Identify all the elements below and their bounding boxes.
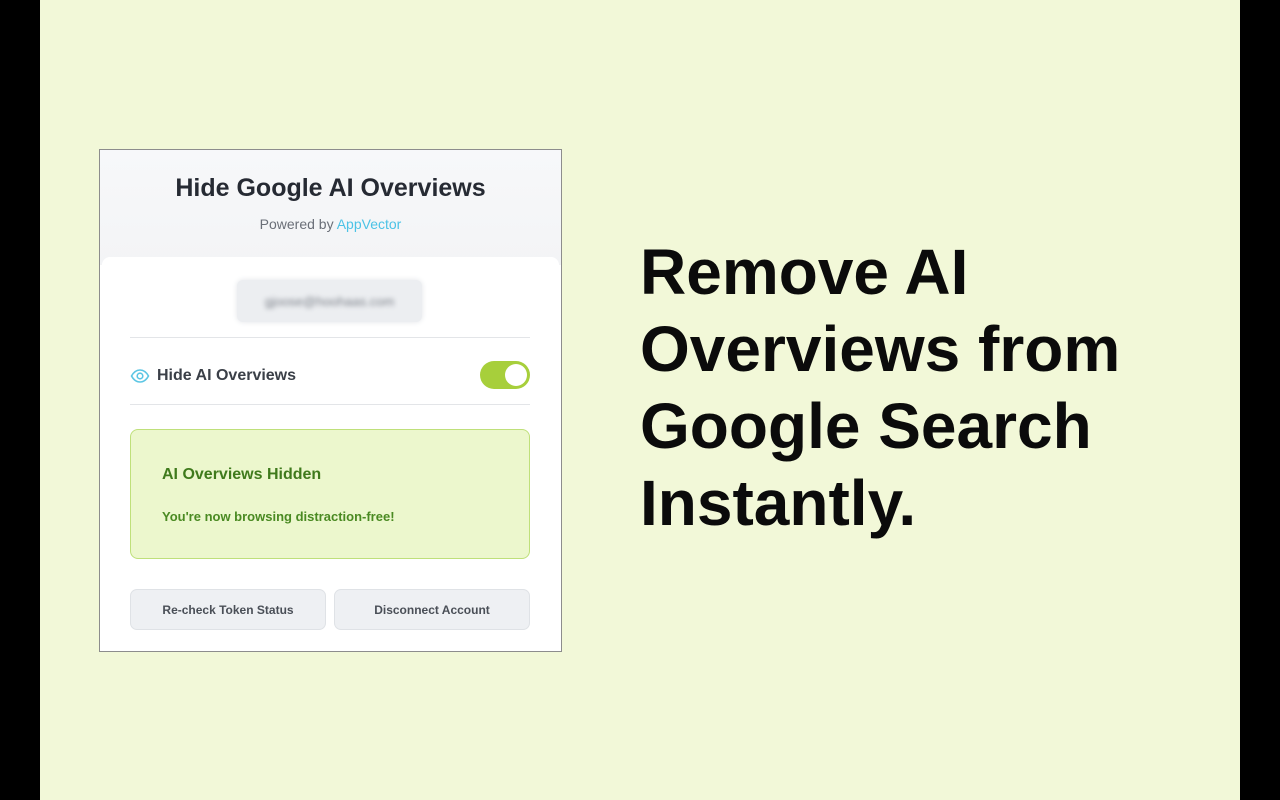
headline-line: Google Search xyxy=(640,390,1092,462)
recheck-token-button[interactable]: Re-check Token Status xyxy=(130,589,326,630)
headline-line: Remove AI xyxy=(640,236,969,308)
powered-by-label: Powered by xyxy=(259,216,334,232)
status-message: You're now browsing distraction-free! xyxy=(162,509,395,524)
headline-line: Overviews from xyxy=(640,313,1121,385)
popup-title: Hide Google AI Overviews xyxy=(175,174,486,202)
eye-icon xyxy=(130,366,150,386)
brand-link[interactable]: AppVector xyxy=(337,216,402,232)
promo-headline: Remove AI Overviews from Google Search I… xyxy=(640,234,1200,542)
status-card: AI Overviews Hidden You're now browsing … xyxy=(130,429,530,559)
toggle-label: Hide AI Overviews xyxy=(157,367,297,384)
headline-line: Instantly. xyxy=(640,467,917,539)
disconnect-account-button[interactable]: Disconnect Account xyxy=(334,589,530,630)
divider xyxy=(130,337,530,338)
account-email: gjoose@hoohaas.com xyxy=(264,293,395,309)
popup-header: Hide Google AI Overviews Powered by AppV… xyxy=(100,150,561,265)
status-title: AI Overviews Hidden xyxy=(162,466,322,483)
divider xyxy=(130,404,530,405)
powered-by: Powered by AppVector xyxy=(100,216,561,232)
promo-stage: Hide Google AI Overviews Powered by AppV… xyxy=(40,0,1240,800)
extension-popup: Hide Google AI Overviews Powered by AppV… xyxy=(99,149,562,652)
hide-overviews-toggle[interactable] xyxy=(480,361,530,389)
account-email-badge: gjoose@hoohaas.com xyxy=(237,280,422,322)
toggle-knob xyxy=(505,364,527,386)
hide-overviews-row: Hide AI Overviews xyxy=(130,358,530,394)
